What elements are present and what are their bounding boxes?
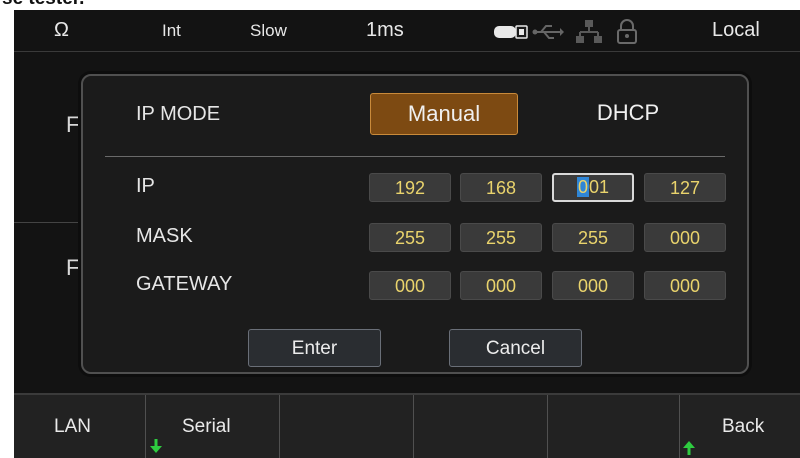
network-settings-dialog: IP MODE Manual DHCP IP 192 168 001 127 M… xyxy=(81,74,749,374)
local-indicator: Local xyxy=(712,19,760,41)
softkey-lan[interactable]: LAN xyxy=(14,395,146,458)
status-divider xyxy=(14,51,800,52)
softkey-empty-3[interactable] xyxy=(548,395,680,458)
speed-indicator: Slow xyxy=(250,21,287,40)
manual-mode-button[interactable]: Manual xyxy=(370,93,518,135)
text-cursor: 0 xyxy=(576,177,589,197)
enter-button[interactable]: Enter xyxy=(248,329,381,367)
lock-icon xyxy=(617,19,637,44)
battery-icon xyxy=(494,25,528,39)
cancel-button[interactable]: Cancel xyxy=(449,329,582,367)
gateway-octet-3[interactable]: 000 xyxy=(552,271,634,300)
gateway-octet-4[interactable]: 000 xyxy=(644,271,726,300)
network-icon xyxy=(576,20,602,43)
softkey-back-label: Back xyxy=(722,416,765,437)
mask-octet-1[interactable]: 255 xyxy=(369,223,451,252)
softkey-lan-label: LAN xyxy=(54,416,91,437)
down-arrow-icon xyxy=(150,439,162,453)
ip-octet-3-rest: 01 xyxy=(588,177,610,197)
integration-indicator: Int xyxy=(162,21,181,40)
ip-octet-4[interactable]: 127 xyxy=(644,173,726,202)
softkey-serial-label: Serial xyxy=(182,416,231,437)
background-label-2: F xyxy=(66,255,80,280)
softkey-serial[interactable]: Serial xyxy=(146,395,280,458)
instrument-screen: Ω Int Slow 1ms Local F F IP MODE Manual … xyxy=(14,10,800,458)
mask-octet-2[interactable]: 255 xyxy=(460,223,542,252)
softkey-empty-2[interactable] xyxy=(414,395,548,458)
ip-octet-3[interactable]: 001 xyxy=(552,173,634,202)
mask-octet-4[interactable]: 000 xyxy=(644,223,726,252)
dhcp-mode-button[interactable]: DHCP xyxy=(563,93,693,133)
mask-label: MASK xyxy=(136,225,193,247)
dialog-divider xyxy=(105,156,725,157)
mask-octet-3[interactable]: 255 xyxy=(552,223,634,252)
ip-label: IP xyxy=(136,175,155,197)
softkey-back[interactable]: Back xyxy=(680,395,800,458)
gateway-octet-2[interactable]: 000 xyxy=(460,271,542,300)
caption-fragment-crop: se tester. xyxy=(0,0,800,10)
status-bar: Ω Int Slow 1ms Local xyxy=(14,10,800,52)
ip-octet-1[interactable]: 192 xyxy=(369,173,451,202)
softkey-bar: LAN Serial Back xyxy=(14,393,800,458)
ip-mode-label: IP MODE xyxy=(136,103,221,125)
gateway-label: GATEWAY xyxy=(136,273,233,295)
omega-indicator: Ω xyxy=(54,19,69,41)
ip-octet-2[interactable]: 168 xyxy=(460,173,542,202)
usb-icon xyxy=(532,25,564,39)
background-separator xyxy=(14,222,84,223)
up-arrow-icon xyxy=(683,441,695,455)
interval-indicator: 1ms xyxy=(366,19,404,41)
caption-fragment: se tester. xyxy=(2,0,84,10)
softkey-empty-1[interactable] xyxy=(280,395,414,458)
gateway-octet-1[interactable]: 000 xyxy=(369,271,451,300)
background-label-1: F xyxy=(66,112,80,137)
